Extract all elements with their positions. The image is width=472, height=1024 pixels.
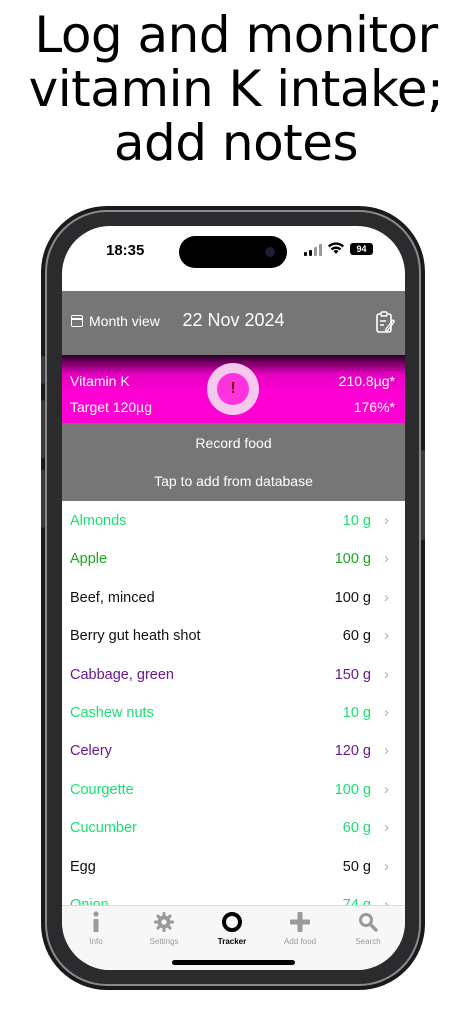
notes-icon[interactable]	[375, 310, 395, 334]
food-amount: 100 g	[334, 781, 371, 798]
tab-label: Settings	[149, 937, 179, 946]
chevron-right-icon: ›	[384, 742, 389, 760]
headline-line-1: Log and monitor	[34, 6, 438, 64]
tab-label: Add food	[283, 937, 317, 946]
chevron-right-icon: ›	[384, 819, 389, 837]
food-name: Courgette	[70, 781, 134, 798]
food-amount: 10 g	[342, 704, 371, 721]
tab-info[interactable]: Info	[62, 910, 130, 946]
food-row[interactable]: Almonds 10 g ›	[62, 501, 405, 539]
chevron-right-icon: ›	[384, 665, 389, 683]
tab-settings[interactable]: Settings	[130, 910, 198, 946]
phone-power-button	[421, 450, 425, 540]
vitamin-summary: Vitamin K Target 120µg 210.8µg* 176%* !	[62, 355, 405, 423]
tab-label: Tracker	[217, 937, 247, 946]
target-label: Target 120µg	[70, 399, 153, 415]
food-name: Cashew nuts	[70, 704, 154, 721]
phone-volume-up	[41, 400, 45, 458]
phone-silent-switch	[41, 356, 45, 384]
chevron-right-icon: ›	[384, 857, 389, 875]
food-name: Berry gut heath shot	[70, 628, 201, 645]
food-name: Celery	[70, 743, 112, 760]
vitamin-label: Vitamin K	[70, 373, 130, 389]
food-amount: 100 g	[334, 589, 371, 606]
food-row[interactable]: Cabbage, green 150 g ›	[62, 655, 405, 693]
gear-icon	[154, 912, 174, 932]
status-time: 18:35	[106, 242, 145, 259]
food-name: Almonds	[70, 513, 127, 529]
current-date[interactable]: 22 Nov 2024	[62, 310, 405, 331]
food-row[interactable]: Cucumber 60 g ›	[62, 808, 405, 846]
food-amount: 50 g	[342, 858, 371, 875]
chevron-right-icon: ›	[384, 780, 389, 798]
tab-label: Search	[355, 937, 381, 946]
top-bar: Month view 22 Nov 2024	[62, 291, 405, 355]
headline-line-3: add notes	[113, 114, 359, 172]
tab-label: Info	[89, 937, 103, 946]
headline-line-2: vitamin K intake;	[28, 60, 444, 118]
chevron-right-icon: ›	[384, 512, 389, 529]
alert-icon: !	[217, 373, 249, 405]
food-list: Almonds 10 g › Apple 100 g › Beef, minced 100 g…	[62, 501, 405, 923]
food-amount: 120 g	[334, 743, 371, 760]
food-name: Cabbage, green	[70, 666, 174, 683]
phone-volume-down	[41, 470, 45, 528]
food-row[interactable]: Apple 100 g ›	[62, 539, 405, 577]
add-from-database-button[interactable]: Tap to add from database	[62, 473, 405, 489]
search-icon	[359, 913, 378, 932]
food-name: Apple	[70, 551, 108, 568]
chevron-right-icon: ›	[384, 627, 389, 645]
record-food-title: Record food	[195, 435, 272, 451]
record-food-panel[interactable]: Record food Tap to add from database	[62, 423, 405, 501]
phone-screen: 18:35 94 Month view 22 Nov 2024 Vitamin …	[62, 226, 405, 970]
plus-icon	[290, 912, 310, 932]
target-percent: 176%*	[353, 399, 395, 415]
food-name: Cucumber	[70, 820, 137, 837]
signal-icon	[304, 244, 322, 256]
food-amount: 100 g	[334, 551, 371, 568]
vitamin-total: 210.8µg*	[338, 373, 395, 389]
food-row[interactable]: Celery 120 g ›	[62, 731, 405, 769]
dynamic-island	[179, 236, 287, 268]
chevron-right-icon: ›	[384, 703, 389, 721]
tab-bar: Info Settings Tracker Add food Search	[62, 905, 405, 970]
food-row[interactable]: Berry gut heath shot 60 g ›	[62, 616, 405, 654]
food-amount: 60 g	[342, 628, 371, 645]
food-name: Egg	[70, 858, 96, 875]
status-bar: 18:35 94	[62, 226, 405, 290]
tab-tracker[interactable]: Tracker	[198, 910, 266, 946]
ring-icon	[222, 912, 242, 932]
progress-ring: !	[207, 363, 259, 415]
food-row[interactable]: Egg 50 g ›	[62, 847, 405, 885]
wifi-icon	[328, 242, 344, 254]
food-name: Beef, minced	[70, 589, 155, 606]
food-amount: 150 g	[334, 666, 371, 683]
home-indicator	[172, 960, 295, 965]
food-amount: 60 g	[342, 820, 371, 837]
food-row[interactable]: Beef, minced 100 g ›	[62, 578, 405, 616]
promo-headline: Log and monitor vitamin K intake; add no…	[0, 8, 472, 170]
food-row[interactable]: Cashew nuts 10 g ›	[62, 693, 405, 731]
battery-indicator: 94	[350, 243, 373, 255]
tab-add-food[interactable]: Add food	[266, 910, 334, 946]
tab-search[interactable]: Search	[334, 910, 402, 946]
chevron-right-icon: ›	[384, 550, 389, 568]
info-icon	[93, 911, 99, 932]
food-amount: 10 g	[342, 513, 371, 529]
chevron-right-icon: ›	[384, 588, 389, 606]
food-row[interactable]: Courgette 100 g ›	[62, 770, 405, 808]
